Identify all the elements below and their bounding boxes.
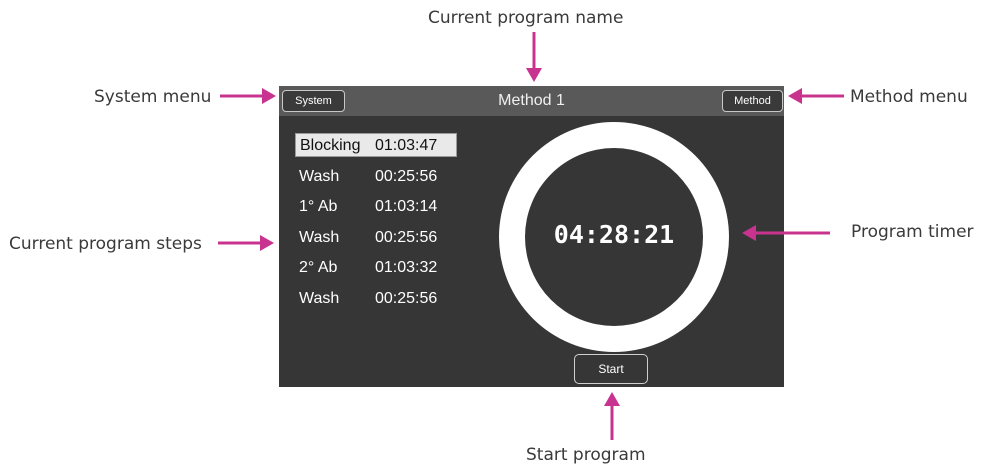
arrow-to-method-menu [788, 88, 844, 104]
arrow-to-start-button [604, 392, 620, 440]
arrow-to-program-steps [218, 235, 274, 251]
arrow-to-program-name [526, 32, 542, 82]
arrow-to-system-menu [220, 88, 276, 104]
arrow-to-program-timer [742, 225, 830, 241]
callout-arrows [218, 32, 844, 440]
